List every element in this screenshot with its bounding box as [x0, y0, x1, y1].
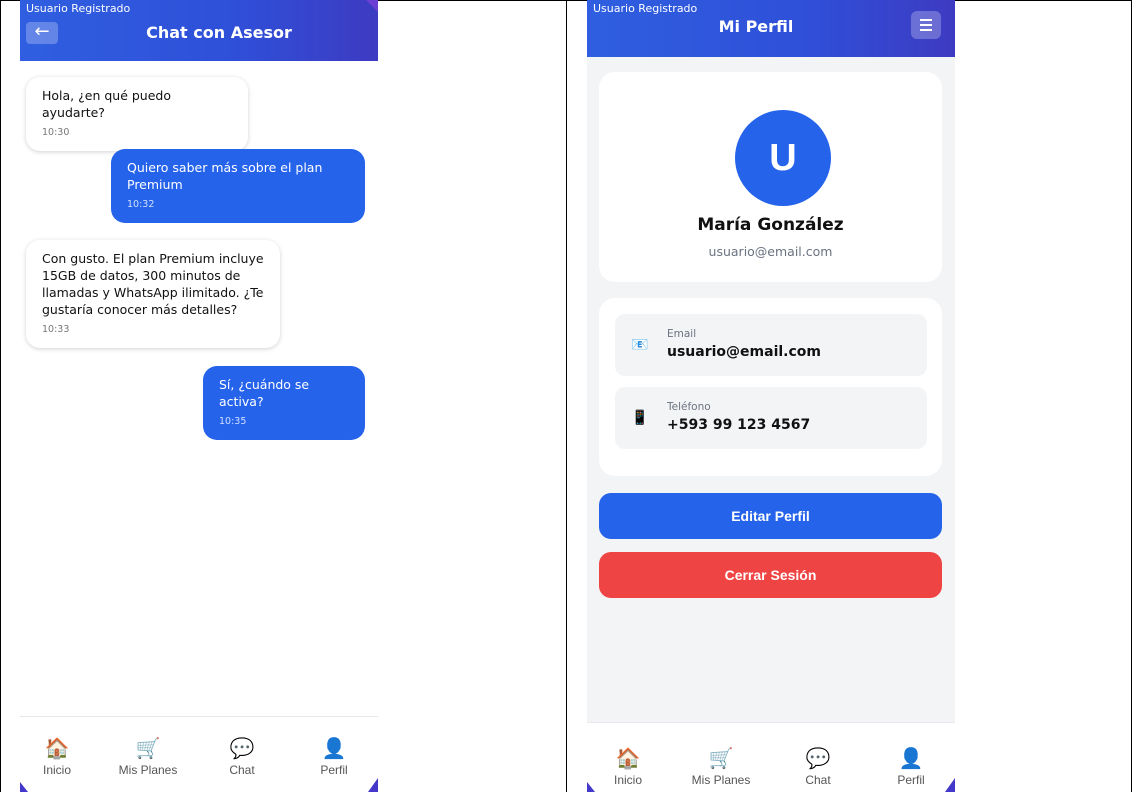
- info-row-email: 📧 Email usuario@email.com: [615, 314, 927, 376]
- nav-label: Mis Planes: [691, 773, 751, 787]
- user-icon: 👤: [321, 738, 347, 760]
- chat-screen: Usuario Registrado ← Chat con Asesor Hol…: [20, 0, 378, 792]
- nav-label: Chat: [229, 763, 255, 777]
- info-value: usuario@email.com: [667, 344, 821, 360]
- cart-icon: 🛒: [708, 748, 734, 770]
- corner-decoration: [20, 782, 28, 792]
- message-text: Sí, ¿cuándo se activa?: [219, 377, 310, 409]
- chat-bubble-icon: 💬: [229, 738, 255, 760]
- chat-header: Usuario Registrado ← Chat con Asesor: [20, 0, 378, 61]
- home-icon: 🏠: [44, 738, 70, 760]
- profile-card: U María González usuario@email.com: [599, 72, 942, 282]
- edit-profile-button[interactable]: Editar Perfil: [599, 493, 942, 539]
- phone-icon: 📱: [631, 410, 649, 426]
- message-text: Hola, ¿en qué puedo ayudarte?: [42, 88, 171, 120]
- nav-item-mis-planes[interactable]: 🛒 Mis Planes: [686, 747, 756, 787]
- nav-label: Perfil: [897, 773, 925, 787]
- info-value: +593 99 123 4567: [667, 417, 811, 433]
- profile-email: usuario@email.com: [708, 244, 833, 259]
- nav-item-chat[interactable]: 💬 Chat: [207, 737, 277, 777]
- nav-label: Mis Planes: [118, 763, 178, 777]
- cart-icon: 🛒: [135, 738, 161, 760]
- chat-bubble-icon: 💬: [805, 748, 831, 770]
- corner-decoration: [368, 778, 378, 792]
- menu-icon-line: [920, 19, 932, 21]
- info-label: Email: [667, 328, 697, 340]
- chat-title: Chat con Asesor: [146, 23, 292, 42]
- corner-decoration: [945, 778, 955, 792]
- bottom-nav: 🏠 Inicio 🛒 Mis Planes 💬 Chat 👤 Perfil: [587, 722, 955, 792]
- avatar: U: [735, 110, 831, 206]
- message-text: Quiero saber más sobre el plan Premium: [127, 160, 323, 192]
- nav-label: Inicio: [42, 763, 71, 777]
- info-card: 📧 Email usuario@email.com 📱 Teléfono +59…: [599, 298, 942, 476]
- bottom-nav: 🏠 Inicio 🛒 Mis Planes 💬 Chat 👤 Perfil: [20, 716, 378, 792]
- nav-item-inicio[interactable]: 🏠 Inicio: [22, 737, 92, 777]
- menu-button[interactable]: [911, 11, 941, 39]
- grid-line-middle: [566, 0, 567, 792]
- nav-item-mis-planes[interactable]: 🛒 Mis Planes: [113, 737, 183, 777]
- message-advisor: Hola, ¿en qué puedo ayudarte? 10:30: [26, 77, 248, 151]
- message-time: 10:35: [219, 416, 247, 427]
- email-icon: 📧: [631, 337, 649, 353]
- nav-item-chat[interactable]: 💬 Chat: [783, 747, 853, 787]
- screenshot-frame: Usuario Registrado ← Chat con Asesor Hol…: [0, 0, 1132, 792]
- corner-decoration: [366, 0, 378, 12]
- nav-label: Inicio: [613, 773, 642, 787]
- nav-label: Chat: [805, 773, 831, 787]
- grid-line-left: [0, 0, 1, 792]
- nav-item-perfil[interactable]: 👤 Perfil: [299, 737, 369, 777]
- nav-item-perfil[interactable]: 👤 Perfil: [876, 747, 946, 787]
- profile-header: Usuario Registrado Mi Perfil: [587, 0, 955, 57]
- user-tag: Usuario Registrado: [593, 2, 698, 15]
- corner-decoration: [587, 782, 595, 792]
- logout-button[interactable]: Cerrar Sesión: [599, 552, 942, 598]
- nav-item-inicio[interactable]: 🏠 Inicio: [593, 747, 663, 787]
- user-tag: Usuario Registrado: [26, 2, 131, 15]
- info-row-phone: 📱 Teléfono +593 99 123 4567: [615, 387, 927, 449]
- info-label: Teléfono: [667, 401, 711, 413]
- user-icon: 👤: [898, 748, 924, 770]
- menu-icon-line: [920, 24, 932, 26]
- profile-screen: Usuario Registrado Mi Perfil U María Gon…: [587, 0, 955, 792]
- message-advisor: Con gusto. El plan Premium incluye 15GB …: [26, 240, 280, 348]
- menu-icon-line: [920, 29, 932, 31]
- nav-label: Perfil: [320, 763, 348, 777]
- message-user: Quiero saber más sobre el plan Premium 1…: [111, 149, 365, 223]
- message-time: 10:30: [42, 127, 70, 138]
- message-user: Sí, ¿cuándo se activa? 10:35: [203, 366, 365, 440]
- message-text: Con gusto. El plan Premium incluye 15GB …: [42, 251, 264, 317]
- message-time: 10:33: [42, 324, 70, 335]
- home-icon: 🏠: [615, 748, 641, 770]
- message-time: 10:32: [127, 199, 155, 210]
- profile-name: María González: [697, 215, 844, 235]
- message-list: Hola, ¿en qué puedo ayudarte? 10:30 Quie…: [20, 61, 378, 716]
- profile-title: Mi Perfil: [718, 17, 794, 36]
